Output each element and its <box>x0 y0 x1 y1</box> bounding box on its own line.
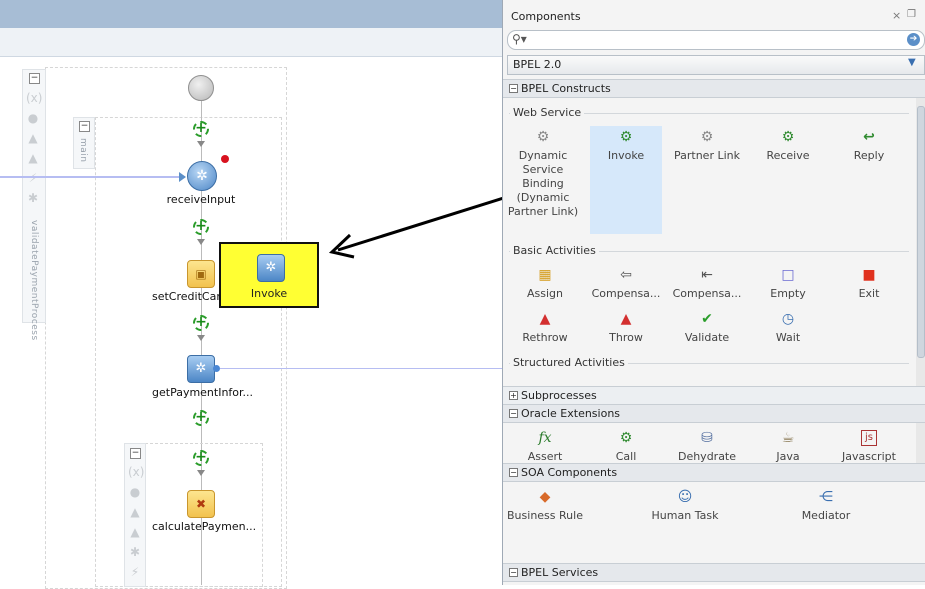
palette-item-label: Throw <box>609 331 643 344</box>
business-rule-icon: ◆ <box>539 489 551 505</box>
throw-icon: ▲ <box>620 311 632 327</box>
palette-item-label: Call <box>615 450 637 463</box>
close-icon[interactable]: × <box>892 9 901 22</box>
palette-item-assign[interactable]: ▦ Assign <box>507 267 583 301</box>
section-soa-components[interactable]: − SOA Components <box>503 463 925 482</box>
palette-item-label: Receive <box>766 149 810 162</box>
clock-icon: ◷ <box>781 311 795 327</box>
section-oracle-extensions-label: Oracle Extensions <box>521 407 621 420</box>
palette-item-compensate-scope[interactable]: ⇤ Compensa... <box>669 267 745 301</box>
mediator-icon: ⋲ <box>819 489 833 505</box>
section-bpel-constructs[interactable]: − BPEL Constructs <box>503 79 925 98</box>
compensate-scope-icon: ⇤ <box>701 267 713 283</box>
palette-item-exit[interactable]: ■ Exit <box>831 267 907 301</box>
palette-item-dynamic-service-binding[interactable]: ⚙ Dynamic Service Binding (Dynamic Partn… <box>505 129 581 219</box>
palette-item-compensate[interactable]: ⇦ Compensa... <box>588 267 664 301</box>
rethrow-icon: ▲ <box>539 311 551 327</box>
restore-icon[interactable]: ❐ <box>907 9 916 20</box>
palette-item-label: Human Task <box>651 509 719 522</box>
palette-item-mediator[interactable]: ⋲ Mediator <box>788 489 864 523</box>
palette-select[interactable]: BPEL 2.0 ▼ <box>507 55 925 75</box>
dynamic-binding-icon: ⚙ <box>536 129 550 145</box>
palette-item-label: Business Rule <box>507 509 583 522</box>
palette-item-empty[interactable]: □ Empty <box>750 267 826 301</box>
human-task-icon: ☺ <box>677 489 693 505</box>
palette-item-wait[interactable]: ◷ Wait <box>750 311 826 345</box>
section-bpel-constructs-label: BPEL Constructs <box>521 82 611 95</box>
palette-item-label: Empty <box>770 287 806 300</box>
palette-item-label: Dynamic Service Binding (Dynamic Partner… <box>507 149 579 218</box>
palette-item-label: Reply <box>853 149 885 162</box>
palette-item-label: Partner Link <box>674 149 740 162</box>
java-icon: ☕ <box>781 430 795 446</box>
palette-item-label: Compensa... <box>591 287 661 300</box>
section-bpel-services[interactable]: − BPEL Services <box>503 563 925 582</box>
scrollbar-thumb[interactable] <box>917 106 925 358</box>
palette-item-label: Wait <box>775 331 801 344</box>
section-soa-components-label: SOA Components <box>521 466 618 479</box>
compensate-icon: ⇦ <box>620 267 632 283</box>
chevron-down-icon: ▼ <box>908 57 916 68</box>
search-icon[interactable]: ⚲▾ <box>512 32 527 46</box>
section-bpel-services-label: BPEL Services <box>521 566 599 579</box>
palette-item-business-rule[interactable]: ◆ Business Rule <box>507 489 583 523</box>
subsection-basic-activities: Basic Activities <box>510 244 599 257</box>
palette-item-label: Java <box>776 450 800 463</box>
exit-icon: ■ <box>862 267 876 283</box>
subsection-structured-activities: Structured Activities <box>510 356 628 369</box>
palette-item-partner-link[interactable]: ⚙ Partner Link <box>669 129 745 163</box>
partner-link-icon: ⚙ <box>700 129 714 145</box>
palette-item-label: Assign <box>527 287 563 300</box>
palette-item-throw[interactable]: ▲ Throw <box>588 311 664 345</box>
section-oracle-extensions[interactable]: − Oracle Extensions <box>503 404 925 423</box>
palette-item-assert[interactable]: fx Assert <box>507 430 583 464</box>
scrollbar[interactable] <box>916 423 925 463</box>
javascript-icon: js <box>861 430 877 446</box>
go-icon[interactable]: ➔ <box>907 33 920 46</box>
palette-item-label: Assert <box>527 450 563 463</box>
call-icon: ⚙ <box>619 430 633 446</box>
palette-item-rethrow[interactable]: ▲ Rethrow <box>507 311 583 345</box>
reply-icon: ↩ <box>863 129 875 145</box>
palette-item-label: Invoke <box>607 149 645 162</box>
search-input[interactable] <box>534 32 908 48</box>
expand-icon[interactable]: + <box>509 391 518 400</box>
assert-icon: fx <box>538 430 552 446</box>
receive-icon: ⚙ <box>781 129 795 145</box>
collapse-icon[interactable]: − <box>509 568 518 577</box>
invoke-icon: ⚙ <box>619 129 633 145</box>
palette-item-receive[interactable]: ⚙ Receive <box>750 129 826 163</box>
panel-title: Components <box>511 10 581 23</box>
palette-select-value: BPEL 2.0 <box>513 58 562 71</box>
empty-icon: □ <box>781 267 795 283</box>
validate-icon: ✔ <box>701 311 713 327</box>
palette-item-label: Javascript <box>842 450 896 463</box>
palette-item-label: Rethrow <box>522 331 568 344</box>
palette-item-reply[interactable]: ↩ Reply <box>831 129 907 163</box>
palette-item-invoke[interactable]: ⚙ Invoke <box>588 129 664 163</box>
collapse-icon[interactable]: − <box>509 409 518 418</box>
palette-item-javascript[interactable]: js Javascript <box>831 430 907 464</box>
section-subprocesses-label: Subprocesses <box>521 389 597 402</box>
collapse-icon[interactable]: − <box>509 84 518 93</box>
components-panel: Components × ❐ ⚲▾ ➔ BPEL 2.0 ▼ − BPEL Co… <box>502 0 925 585</box>
subsection-web-service: Web Service <box>510 106 585 119</box>
palette-item-java[interactable]: ☕ Java <box>750 430 826 464</box>
palette-item-label: Dehydrate <box>677 450 737 463</box>
palette-item-label: Compensa... <box>672 287 742 300</box>
palette-item-dehydrate[interactable]: ⛁ Dehydrate <box>669 430 745 464</box>
palette-item-label: Mediator <box>801 509 851 522</box>
palette-item-human-task[interactable]: ☺ Human Task <box>647 489 723 523</box>
collapse-icon[interactable]: − <box>509 468 518 477</box>
scrollbar[interactable] <box>916 98 925 386</box>
palette-item-validate[interactable]: ✔ Validate <box>669 311 745 345</box>
search-bar[interactable]: ⚲▾ ➔ <box>507 30 925 50</box>
palette-item-label: Exit <box>858 287 880 300</box>
palette-item-call[interactable]: ⚙ Call <box>588 430 664 464</box>
palette-item-label: Validate <box>684 331 730 344</box>
assign-icon: ▦ <box>538 267 552 283</box>
dehydrate-icon: ⛁ <box>701 430 713 446</box>
section-subprocesses[interactable]: + Subprocesses <box>503 386 925 405</box>
